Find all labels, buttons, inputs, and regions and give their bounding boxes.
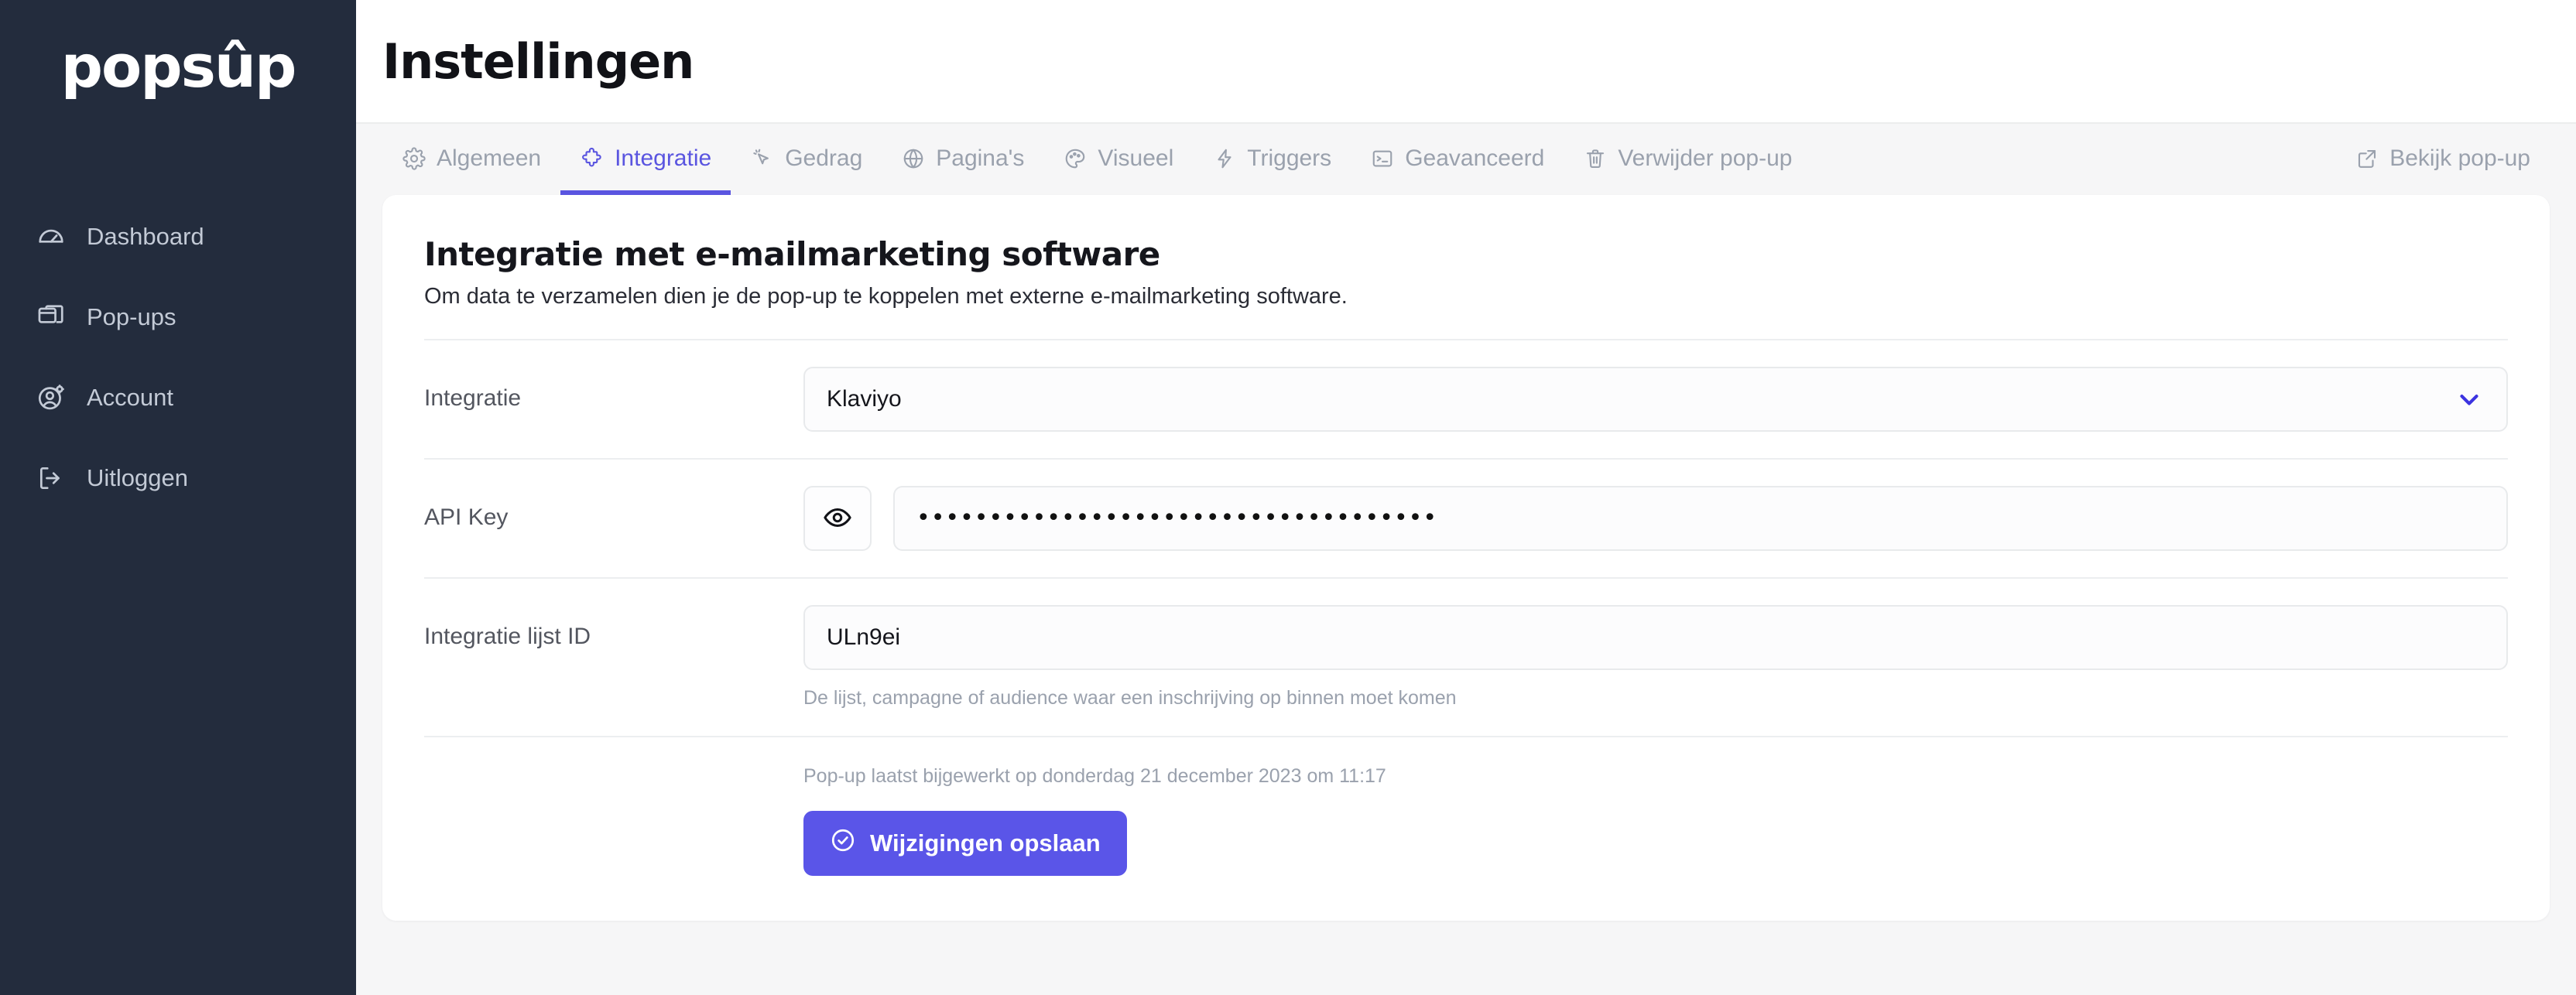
tabs-left-group: Algemeen Integratie <box>382 127 1811 195</box>
tab-paginas[interactable]: Pagina's <box>882 127 1043 195</box>
check-circle-icon <box>830 827 856 860</box>
logout-icon <box>36 463 67 494</box>
sidebar-item-label: Account <box>87 384 173 412</box>
tab-label: Geavanceerd <box>1405 145 1544 172</box>
sidebar-item-dashboard[interactable]: Dashboard <box>0 197 356 277</box>
tab-label: Visueel <box>1098 145 1173 172</box>
tab-triggers[interactable]: Triggers <box>1193 127 1351 195</box>
trash-icon <box>1583 146 1608 171</box>
form-row-list-id: Integratie lijst ID ULn9ei De lijst, cam… <box>424 579 2508 737</box>
list-id-field-line: ULn9ei <box>803 605 2508 670</box>
integration-field: Klaviyo <box>803 367 2508 432</box>
api-key-input[interactable]: •••••••••••••••••••••••••••••••••••• <box>893 486 2508 551</box>
tab-verwijder-popup[interactable]: Verwijder pop-up <box>1564 127 1811 195</box>
footer-inner: Pop-up laatst bijgewerkt op donderdag 21… <box>803 765 1386 876</box>
main-area: Instellingen Algemeen <box>356 0 2576 995</box>
palette-icon <box>1063 146 1088 171</box>
tab-label: Gedrag <box>785 145 862 172</box>
page-title: Instellingen <box>382 33 694 90</box>
tabs-right-group: Bekijk pop-up <box>2335 127 2550 195</box>
windows-icon <box>36 302 67 333</box>
tab-integratie[interactable]: Integratie <box>560 127 731 195</box>
globe-icon <box>901 146 926 171</box>
tab-label: Pagina's <box>936 145 1024 172</box>
list-id-hint: De lijst, campagne of audience waar een … <box>803 687 2508 709</box>
external-link-icon <box>2355 146 2379 171</box>
bolt-icon <box>1212 146 1237 171</box>
api-key-field: •••••••••••••••••••••••••••••••••••• <box>803 486 2508 551</box>
list-id-label: Integratie lijst ID <box>424 605 803 650</box>
settings-tabbar: Algemeen Integratie <box>356 124 2576 195</box>
top-header: Instellingen <box>356 0 2576 124</box>
tab-label: Bekijk pop-up <box>2389 145 2530 172</box>
sidebar-item-label: Dashboard <box>87 223 204 251</box>
tab-gedrag[interactable]: Gedrag <box>731 127 882 195</box>
api-key-masked-value: •••••••••••••••••••••••••••••••••••• <box>916 507 1437 530</box>
cursor-click-icon <box>750 146 775 171</box>
api-key-field-line: •••••••••••••••••••••••••••••••••••• <box>803 486 2508 551</box>
card-title: Integratie met e-mailmarketing software <box>424 235 2508 273</box>
integration-selected-value: Klaviyo <box>827 386 902 412</box>
sidebar-item-account[interactable]: Account <box>0 357 356 438</box>
brand-logo[interactable]: popsûp <box>0 23 356 96</box>
save-button-label: Wijzigingen opslaan <box>870 829 1101 857</box>
form-row-integration: Integratie Klaviyo <box>424 340 2508 460</box>
sidebar-item-popups[interactable]: Pop-ups <box>0 277 356 357</box>
eye-icon <box>823 503 852 535</box>
integration-settings-card: Integratie met e-mailmarketing software … <box>382 195 2550 921</box>
tab-label: Triggers <box>1247 145 1331 172</box>
sidebar-item-logout[interactable]: Uitloggen <box>0 438 356 518</box>
list-id-field: ULn9ei De lijst, campagne of audience wa… <box>803 605 2508 709</box>
toggle-api-key-visibility-button[interactable] <box>803 486 872 551</box>
sidebar-item-label: Uitloggen <box>87 464 188 492</box>
gauge-icon <box>36 221 67 252</box>
tab-label: Integratie <box>615 145 711 172</box>
tab-bekijk-popup[interactable]: Bekijk pop-up <box>2335 127 2550 195</box>
sidebar-item-label: Pop-ups <box>87 303 176 331</box>
app-root: popsûp Dashboard Pop-ups <box>0 0 2576 995</box>
save-button[interactable]: Wijzigingen opslaan <box>803 811 1127 876</box>
tab-visueel[interactable]: Visueel <box>1043 127 1193 195</box>
user-cog-icon <box>36 382 67 413</box>
integration-select[interactable]: Klaviyo <box>803 367 2508 432</box>
list-id-value: ULn9ei <box>827 624 900 651</box>
puzzle-icon <box>580 146 605 171</box>
integration-field-line: Klaviyo <box>803 367 2508 432</box>
tab-geavanceerd[interactable]: Geavanceerd <box>1351 127 1564 195</box>
terminal-icon <box>1370 146 1395 171</box>
card-subtitle: Om data te verzamelen dien je de pop-up … <box>424 284 2508 309</box>
tab-label: Algemeen <box>437 145 541 172</box>
sidebar: popsûp Dashboard Pop-ups <box>0 0 356 995</box>
sidebar-nav: Dashboard Pop-ups <box>0 197 356 518</box>
tab-label: Verwijder pop-up <box>1618 145 1792 172</box>
api-key-label: API Key <box>424 486 803 531</box>
card-footer: Pop-up laatst bijgewerkt op donderdag 21… <box>424 737 2508 876</box>
integration-label: Integratie <box>424 367 803 412</box>
card-container: Integratie met e-mailmarketing software … <box>356 195 2576 921</box>
chevron-down-icon[interactable] <box>2454 384 2485 415</box>
form-row-api-key: API Key <box>424 460 2508 579</box>
list-id-input[interactable]: ULn9ei <box>803 605 2508 670</box>
gear-icon <box>402 146 426 171</box>
tab-algemeen[interactable]: Algemeen <box>382 127 560 195</box>
last-updated-text: Pop-up laatst bijgewerkt op donderdag 21… <box>803 765 1386 788</box>
